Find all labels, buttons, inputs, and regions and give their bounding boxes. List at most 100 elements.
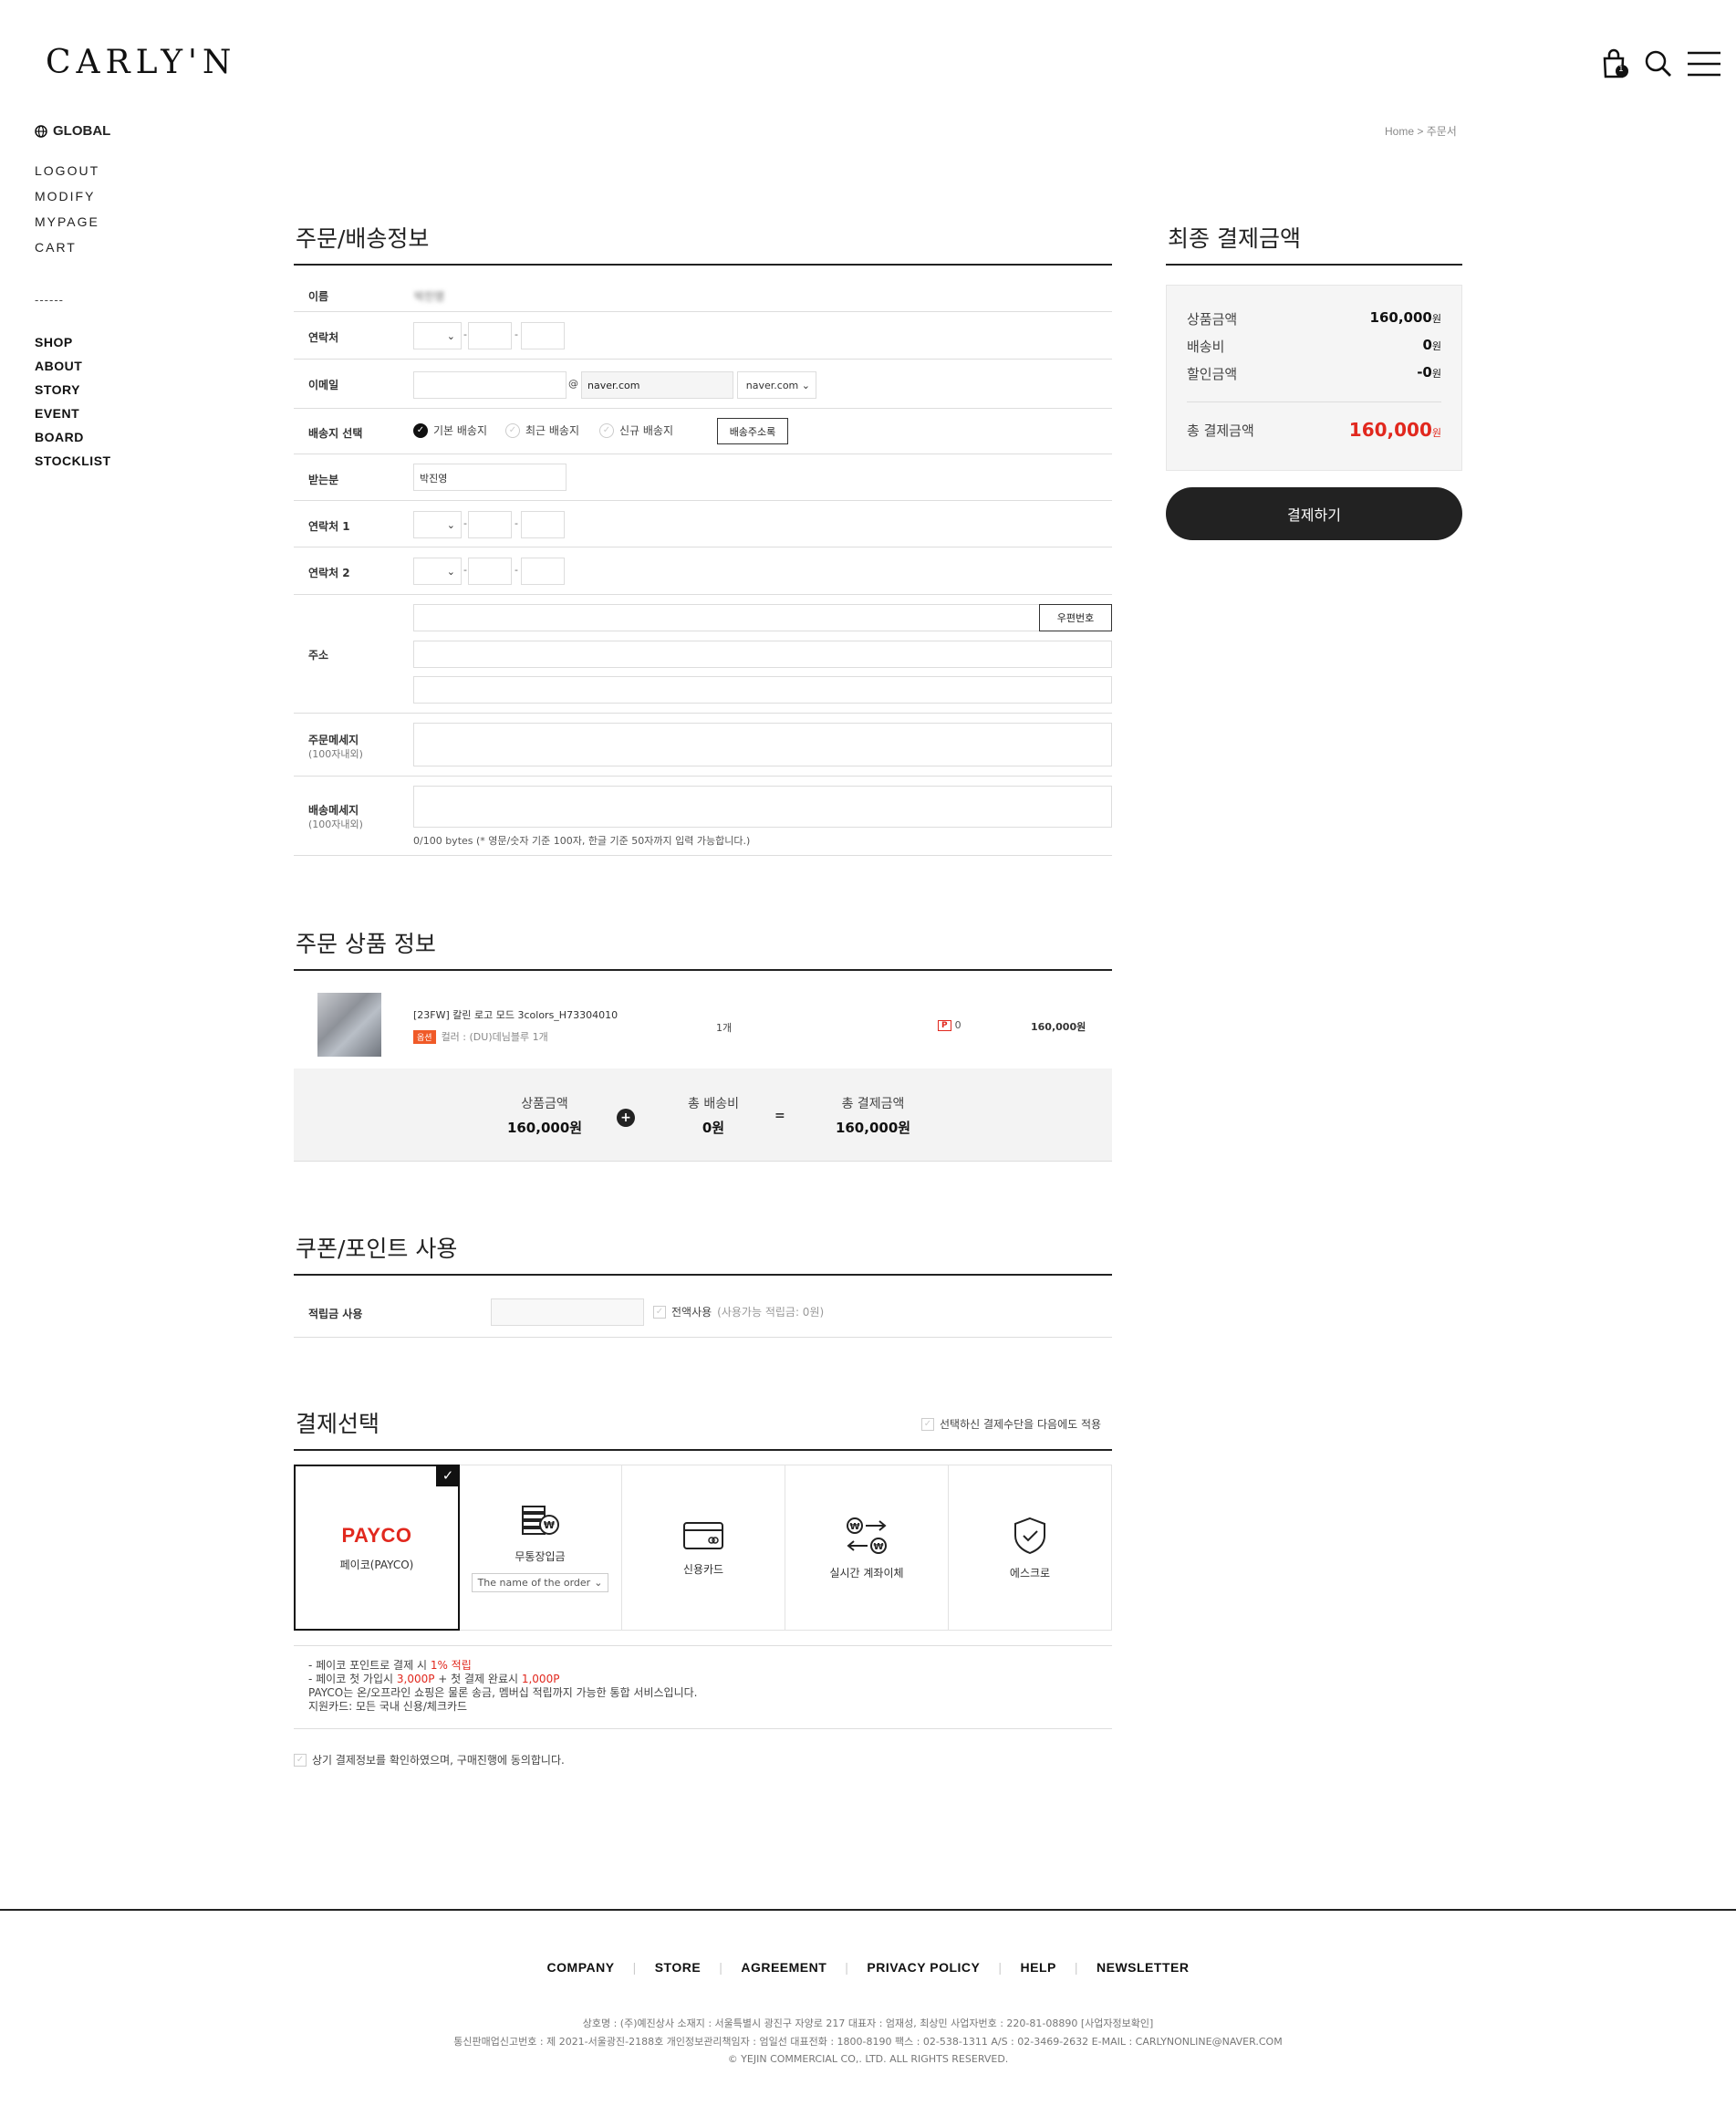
use-all-points[interactable]: ✓ 전액사용 (사용가능 적립금: 0원) [653, 1304, 824, 1319]
footer-link-store[interactable]: STORE [637, 1960, 719, 1975]
ship-option-default[interactable]: ✓ 기본 배송지 [413, 422, 487, 438]
ship-option-new[interactable]: ✓ 신규 배송지 [599, 422, 673, 438]
contact1-last-input[interactable] [521, 511, 565, 538]
receiver-input[interactable]: 박진영 [413, 464, 567, 491]
breadcrumb-home[interactable]: Home [1385, 125, 1414, 138]
address-line1-input[interactable] [413, 641, 1112, 668]
ship-message-input[interactable] [413, 786, 1112, 828]
agree-checkbox[interactable]: ✓ 상기 결제정보를 확인하였으며, 구매진행에 동의합니다. [294, 1752, 565, 1767]
agree-label: 상기 결제정보를 확인하였으며, 구매진행에 동의합니다. [312, 1754, 565, 1767]
chevron-down-icon: ⌄ [446, 329, 455, 342]
footer-link-help[interactable]: HELP [1003, 1960, 1075, 1975]
contact-prefix-select[interactable]: ⌄ [413, 322, 462, 349]
address-book-button[interactable]: 배송주소록 [717, 418, 788, 444]
payment-methods: ✓ PAYCO 페이코(PAYCO) ₩ 무통장입금 The name of t… [294, 1465, 1112, 1631]
contact-last-input[interactable] [521, 322, 565, 349]
nav-cart[interactable]: CART [35, 240, 77, 255]
payment-title: 결제선택 [296, 1411, 380, 1437]
row-divider [294, 1645, 1112, 1646]
nav-logout[interactable]: LOGOUT [35, 163, 99, 178]
note-highlight: 1,000P [521, 1673, 560, 1685]
totals-product: 상품금액 160,000원 [476, 1094, 613, 1137]
nav-board[interactable]: BOARD [35, 430, 84, 444]
payment-method-transfer[interactable]: ₩ ₩ 실시간 계좌이체 [785, 1465, 949, 1630]
summary-separator [1187, 401, 1441, 402]
use-all-label: 전액사용 [671, 1306, 712, 1319]
payment-method-bank-deposit[interactable]: ₩ 무통장입금 The name of the order ⌄ [459, 1465, 622, 1630]
footer-link-company[interactable]: COMPANY [529, 1960, 633, 1975]
email-label: 이메일 [308, 379, 339, 391]
remember-payment[interactable]: ✓ 선택하신 결제수단을 다음에도 적용 [921, 1416, 1101, 1432]
note-text: + 첫 결제 완료시 [434, 1673, 522, 1685]
nav-mypage[interactable]: MYPAGE [35, 214, 99, 229]
depositor-select-value: The name of the order [477, 1577, 591, 1589]
footer-link-privacy[interactable]: PRIVACY POLICY [848, 1960, 998, 1975]
pay-button[interactable]: 결제하기 [1166, 487, 1462, 540]
won-unit: 원 [1431, 427, 1441, 439]
footer-link-agreement[interactable]: AGREEMENT [722, 1960, 845, 1975]
dash: - [463, 517, 467, 529]
note-text: - 페이코 첫 가입시 [308, 1673, 397, 1685]
totals-product-value: 160,000원 [506, 1120, 583, 1136]
order-message-input[interactable] [413, 723, 1112, 766]
search-icon[interactable] [1642, 47, 1675, 80]
points-input[interactable] [491, 1298, 644, 1326]
ship-message-label: 배송메세지 [308, 804, 359, 817]
payco-note-2: - 페이코 첫 가입시 3,000P + 첫 결제 완료시 1,000P [308, 1673, 698, 1686]
product-qty: 1개 [716, 1022, 733, 1034]
cart-icon[interactable]: 1 [1598, 47, 1631, 80]
contact-mid-input[interactable] [468, 322, 512, 349]
svg-text:₩: ₩ [544, 1519, 555, 1531]
product-option: 옵션 컬러 : (DU)데님블루 1개 [413, 1029, 548, 1044]
menu-icon[interactable] [1686, 47, 1722, 80]
coupon-title: 쿠폰/포인트 사용 [296, 1236, 458, 1262]
address-line2-input[interactable] [413, 676, 1112, 704]
global-link[interactable]: GLOBAL [35, 123, 110, 139]
credit-card-icon [683, 1521, 723, 1549]
depositor-select[interactable]: The name of the order ⌄ [471, 1573, 609, 1592]
payco-note-4: 지원카드: 모든 국내 신용/체크카드 [308, 1700, 468, 1713]
zipcode-button[interactable]: 우편번호 [1039, 604, 1112, 631]
contact-label: 연락처 [308, 331, 339, 344]
points-label: 적립금 사용 [308, 1308, 363, 1320]
note-text: - 페이코 포인트로 결제 시 [308, 1659, 431, 1672]
footer-info-1: 상호명 : (주)예진상사 소재지 : 서울특별시 광진구 자양로 217 대표… [582, 2018, 1154, 2029]
contact1-mid-input[interactable] [468, 511, 512, 538]
zipcode-input[interactable] [413, 604, 1041, 631]
ship-option-recent[interactable]: ✓ 최근 배송지 [505, 422, 579, 438]
dash: - [515, 517, 518, 529]
note-highlight: 1% 적립 [430, 1659, 472, 1672]
payment-method-payco[interactable]: ✓ PAYCO 페이코(PAYCO) [294, 1465, 460, 1631]
contact2-last-input[interactable] [521, 558, 565, 585]
coupon-divider [294, 1274, 1112, 1276]
totals-shipping: 총 배송비 0원 [659, 1094, 768, 1137]
payment-method-escrow[interactable]: 에스크로 [949, 1465, 1111, 1630]
contact2-mid-input[interactable] [468, 558, 512, 585]
chevron-down-icon: ⌄ [446, 518, 455, 531]
nav-modify[interactable]: MODIFY [35, 189, 95, 203]
option-badge: 옵션 [413, 1029, 436, 1044]
payment-method-card[interactable]: 신용카드 [622, 1465, 785, 1630]
row-divider [294, 855, 1112, 856]
product-thumbnail[interactable] [317, 993, 381, 1057]
remember-payment-label: 선택하신 결제수단을 다음에도 적용 [940, 1418, 1102, 1431]
summary-discount-amount: -0 [1417, 364, 1432, 381]
nav-event[interactable]: EVENT [35, 406, 79, 421]
summary-product-amount: 160,000 [1369, 309, 1432, 326]
radio-checked-icon: ✓ [413, 422, 428, 438]
footer-link-newsletter[interactable]: NEWSLETTER [1078, 1960, 1207, 1975]
footer-copyright: © YEJIN COMMERCIAL CO,. LTD. ALL RIGHTS … [727, 2053, 1009, 2065]
summary-box: 상품금액 160,000원 배송비 0원 할인금액 -0원 총 결제금액 160… [1166, 285, 1462, 471]
site-logo[interactable]: CARLY'N [46, 44, 236, 81]
nav-story[interactable]: STORY [35, 382, 80, 397]
product-name[interactable]: [23FW] 칼린 로고 모드 3colors_H73304010 [413, 1007, 618, 1022]
nav-stocklist[interactable]: STOCKLIST [35, 454, 111, 468]
email-domain-select[interactable]: naver.com ⌄ [737, 371, 816, 399]
nav-shop[interactable]: SHOP [35, 335, 73, 349]
breadcrumb-current: 주문서 [1426, 125, 1457, 138]
email-id-input[interactable] [413, 371, 567, 399]
nav-about[interactable]: ABOUT [35, 359, 82, 373]
email-domain-input[interactable]: naver.com [581, 371, 733, 399]
contact1-prefix-select[interactable]: ⌄ [413, 511, 462, 538]
contact2-prefix-select[interactable]: ⌄ [413, 558, 462, 585]
